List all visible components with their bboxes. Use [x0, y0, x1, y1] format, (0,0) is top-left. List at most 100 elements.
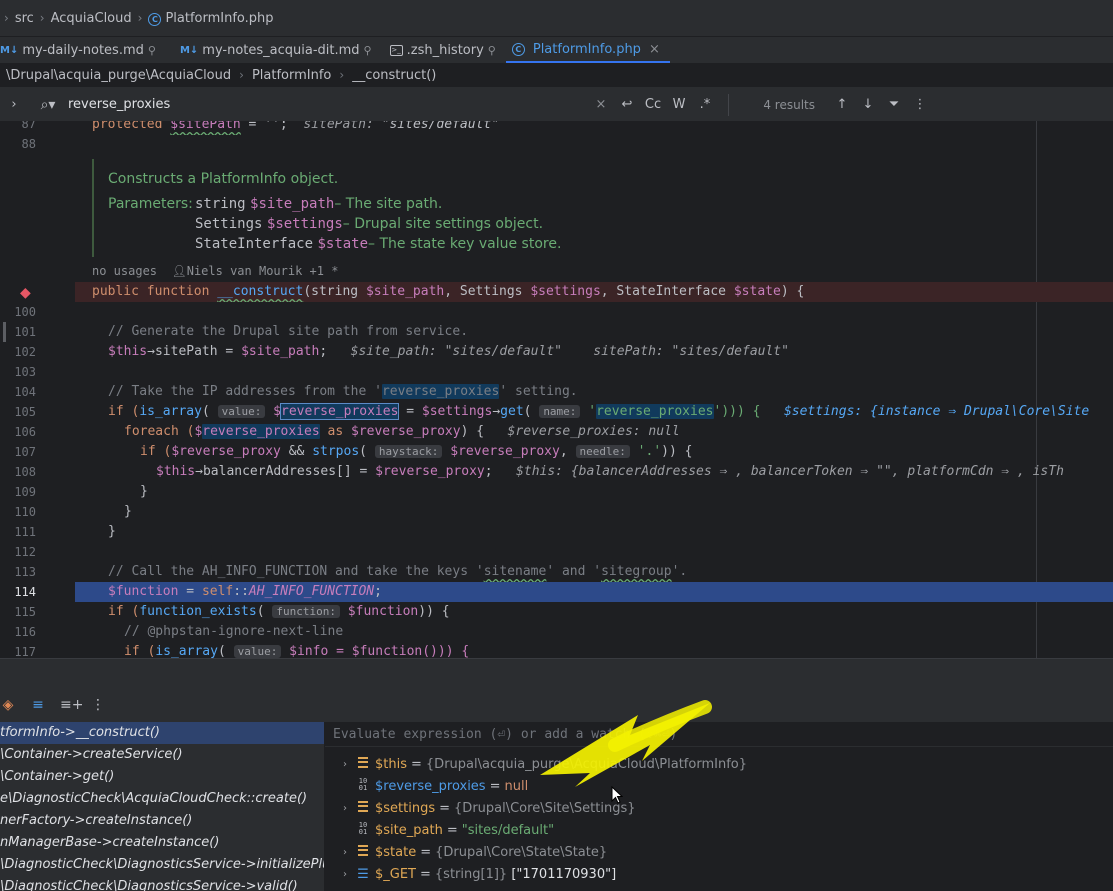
tab-my-daily-notes[interactable]: M↓ my-daily-notes.md ⚲	[0, 37, 166, 63]
close-icon[interactable]: ×	[649, 42, 660, 57]
variable-name: $settings	[375, 801, 436, 816]
stack-frames-list[interactable]: tformInfo->__construct() \Container->cre…	[0, 722, 325, 891]
code-line: }	[140, 484, 148, 499]
primitive-icon: 10 01	[358, 821, 368, 836]
variable-type: {string[1]}	[434, 867, 508, 882]
variable-row[interactable]: › $settings = {Drupal\Core\Site\Settings}	[337, 798, 636, 820]
doc-param-row: Parameters: string $site_path – The site …	[108, 194, 1022, 213]
chevron-right-icon: ›	[39, 11, 45, 25]
doc-param-row: StateInterface $state – The state key va…	[108, 234, 1022, 253]
method-crumb[interactable]: __construct()	[352, 68, 436, 83]
chevron-right-icon: ›	[137, 11, 143, 25]
breadcrumb-acquiacloud[interactable]: AcquiaCloud	[51, 11, 132, 26]
class-crumb[interactable]: PlatformInfo	[252, 68, 331, 83]
filter-icon[interactable]: ⏷	[881, 97, 907, 112]
divider	[728, 93, 729, 116]
previous-occurrence-icon[interactable]: ↑	[829, 97, 855, 112]
variable-name: $site_path	[375, 823, 443, 838]
code-line: // Take the IP addresses from the 'rever…	[108, 384, 578, 399]
pin-icon[interactable]: ⚲	[364, 44, 372, 57]
array-icon: ☰	[357, 867, 369, 882]
pin-icon[interactable]: ⚲	[488, 44, 496, 57]
stack-frame[interactable]: \DiagnosticCheck\DiagnosticsService->val…	[0, 876, 324, 891]
code-vision-hints[interactable]: no usages 👤︎Niels van Mourik +1 *	[92, 264, 338, 282]
search-icon[interactable]: ⌕▾	[28, 97, 68, 113]
line-number: 87	[21, 121, 36, 131]
regex-toggle[interactable]: .*	[692, 97, 718, 112]
variable-row[interactable]: 10 01 $reverse_proxies = null	[337, 776, 528, 798]
code-breadcrumb: \Drupal\acquia_purge\AcquiaCloud › Platf…	[0, 63, 1113, 88]
frames-list-icon[interactable]: ≡	[30, 697, 46, 713]
doc-params-label: Parameters:	[108, 195, 193, 212]
more-options-icon[interactable]: ⋮	[907, 97, 933, 112]
editor-tabs: M↓ my-daily-notes.md ⚲ M↓ my-notes_acqui…	[0, 37, 1113, 63]
whole-words-toggle[interactable]: W	[666, 97, 692, 112]
stack-frame[interactable]: nerFactory->createInstance()	[0, 810, 324, 832]
line-number: 117	[14, 645, 36, 658]
variable-value: ["1701170930"]	[511, 867, 617, 882]
threads-filter-icon[interactable]: ◈	[0, 697, 16, 713]
variable-type: {Drupal\acquia_purge\AcquiaCloud\Platfor…	[425, 757, 747, 772]
variable-row[interactable]: 10 01 $site_path = "sites/default"	[337, 820, 554, 842]
tab-platforminfo-php[interactable]: C PlatformInfo.php ×	[505, 37, 670, 63]
user-icon: 👤︎	[171, 264, 187, 278]
author-hint[interactable]: Niels van Mourik +1 *	[187, 264, 339, 278]
tab-label: my-daily-notes.md	[22, 42, 144, 58]
mouse-pointer-icon	[611, 786, 623, 804]
variable-value: "sites/default"	[461, 823, 555, 838]
chevron-right-icon: ›	[239, 68, 244, 82]
line-number: 108	[14, 465, 36, 479]
param-type: StateInterface	[195, 235, 314, 252]
stack-frame[interactable]: \DiagnosticCheck\DiagnosticsService->ini…	[0, 854, 324, 876]
breakpoint-icon[interactable]: ◆	[20, 285, 31, 301]
expand-arrow-icon[interactable]: ›	[337, 864, 353, 886]
expand-arrow-icon[interactable]: ›	[337, 798, 353, 820]
expand-arrow-icon[interactable]: ›	[337, 754, 353, 776]
line-number: 104	[14, 385, 36, 399]
php-class-icon: C	[148, 12, 162, 26]
rendered-doc-comment[interactable]: Constructs a PlatformInfo object. Parame…	[92, 159, 1036, 257]
stack-frame[interactable]: \Container->get()	[0, 766, 324, 788]
variable-row[interactable]: › ☰ $_GET = {string[1]} ["1701170930"]	[337, 864, 616, 886]
pin-icon[interactable]: ⚲	[148, 44, 156, 57]
search-input[interactable]: reverse_proxies	[68, 97, 588, 112]
add-watch-icon[interactable]: ≡+	[60, 697, 83, 713]
line-number: 103	[14, 365, 36, 379]
evaluate-expression-input[interactable]: Evaluate expression (⏎) or add a watch (…	[325, 722, 1113, 747]
next-occurrence-icon[interactable]: ↓	[855, 97, 881, 112]
breadcrumb-src[interactable]: src	[15, 11, 34, 26]
expand-replace-icon[interactable]: ›	[0, 97, 28, 112]
variable-type: {Drupal\Core\Site\Settings}	[454, 801, 636, 816]
tab-my-notes-acquia-dit[interactable]: M↓ my-notes_acquia-dit.md ⚲	[166, 37, 382, 63]
breadcrumb-file[interactable]: C PlatformInfo.php	[148, 11, 274, 26]
usages-hint[interactable]: no usages	[92, 264, 157, 278]
code-line: if ($reverse_proxy && strpos( haystack: …	[140, 444, 693, 459]
code-line: $this→balancerAddresses[] = $reverse_pro…	[156, 464, 1064, 479]
line-number: 100	[14, 305, 36, 319]
clear-icon[interactable]: ×	[588, 97, 614, 112]
stack-frame[interactable]: \Container->createService()	[0, 744, 324, 766]
stack-frame[interactable]: tformInfo->__construct()	[0, 722, 324, 744]
file-breadcrumb: › src › AcquiaCloud › C PlatformInfo.php	[0, 0, 1113, 37]
code-editor[interactable]: 87 88 100 101 102 103 104 105 106 107 10…	[0, 121, 1113, 658]
variable-name: $state	[375, 845, 417, 860]
namespace-crumb[interactable]: \Drupal\acquia_purge\AcquiaCloud	[6, 68, 231, 83]
line-number: 114	[14, 585, 36, 599]
stack-frame[interactable]: e\DiagnosticCheck\AcquiaCloudCheck::crea…	[0, 788, 324, 810]
variables-panel[interactable]: Evaluate expression (⏎) or add a watch (…	[325, 722, 1113, 891]
match-case-toggle[interactable]: Cc	[640, 97, 666, 112]
expand-arrow-icon[interactable]: ›	[337, 842, 353, 864]
doc-summary-text: Constructs a PlatformInfo object.	[108, 170, 339, 187]
newline-icon[interactable]: ↩	[614, 97, 640, 112]
terminal-icon: >_	[389, 44, 403, 56]
tab-zsh-history[interactable]: >_ .zsh_history ⚲	[382, 37, 506, 63]
stack-frame[interactable]: nManagerBase->createInstance()	[0, 832, 324, 854]
line-gutter[interactable]: 87 88 100 101 102 103 104 105 106 107 10…	[0, 121, 75, 658]
line-number: 88	[21, 137, 36, 151]
markdown-icon: M↓	[179, 44, 199, 56]
variable-row[interactable]: › $this = {Drupal\acquia_purge\AcquiaCloud…	[337, 754, 747, 776]
variable-row[interactable]: › $state = {Drupal\Core\State\State}	[337, 842, 607, 864]
more-options-icon[interactable]: ⋮	[90, 697, 106, 713]
search-results-count: 4 results	[763, 97, 815, 112]
line-number: 116	[14, 625, 36, 639]
